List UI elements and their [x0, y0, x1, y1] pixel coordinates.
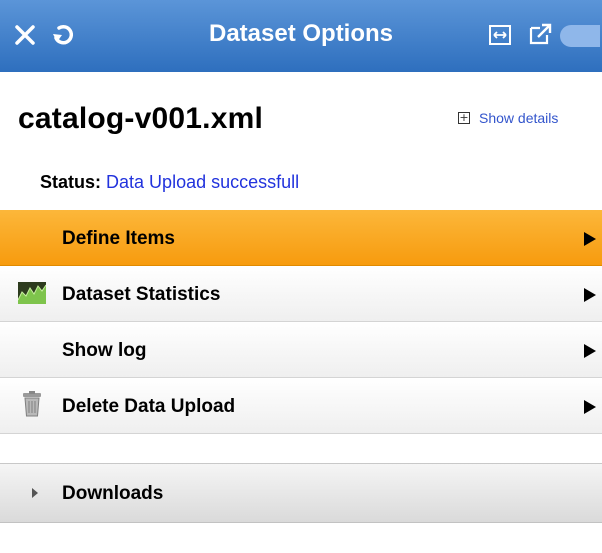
menu-item-label: Show log	[62, 340, 147, 361]
plus-box-icon[interactable]: +	[458, 112, 470, 124]
downloads-section[interactable]: Downloads	[0, 463, 602, 523]
options-menu: Define Items Dataset Statistics Show log…	[0, 210, 602, 434]
menu-item-label: Dataset Statistics	[62, 284, 221, 305]
chevron-right-icon	[584, 288, 596, 302]
title-bar: Dataset Options	[0, 0, 602, 72]
status-value: Data Upload successfull	[106, 172, 300, 192]
chart-icon	[17, 282, 47, 309]
trash-icon	[22, 391, 42, 422]
chevron-right-icon	[584, 344, 596, 358]
show-details-label[interactable]: Show details	[479, 110, 558, 126]
dataset-filename: catalog-v001.xml	[18, 102, 263, 135]
status-label: Status:	[40, 172, 102, 192]
collapsed-triangle-icon	[32, 488, 38, 498]
downloads-label: Downloads	[62, 483, 164, 504]
chevron-right-icon	[584, 232, 596, 246]
menu-item-label: Define Items	[62, 228, 175, 249]
chevron-right-icon	[584, 400, 596, 414]
status-line: Status: Data Upload successfull	[40, 172, 299, 193]
expand-icon[interactable]	[488, 24, 512, 51]
menu-item-show-log[interactable]: Show log	[0, 322, 602, 378]
show-details-link[interactable]: + Show details	[458, 110, 558, 126]
menu-item-label: Delete Data Upload	[62, 396, 236, 417]
menu-item-define-items[interactable]: Define Items	[0, 210, 602, 266]
share-icon[interactable]	[528, 22, 554, 51]
menu-item-delete-data-upload[interactable]: Delete Data Upload	[0, 378, 602, 434]
menu-item-dataset-statistics[interactable]: Dataset Statistics	[0, 266, 602, 322]
toggle-switch[interactable]	[560, 25, 600, 47]
